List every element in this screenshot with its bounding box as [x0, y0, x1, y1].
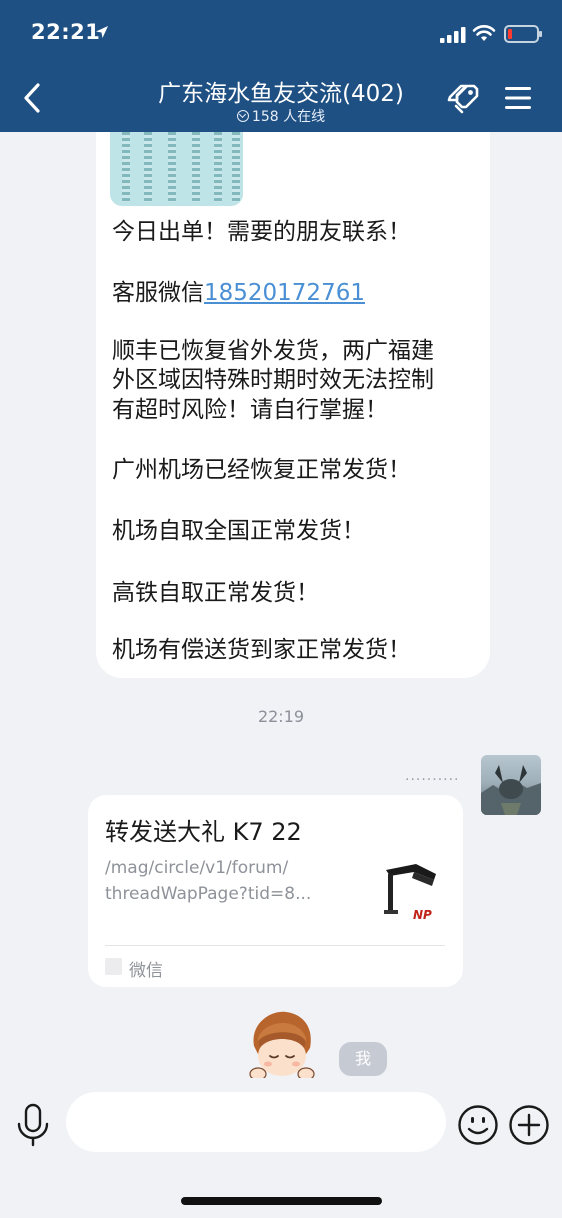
thumb-brand: NP [413, 908, 432, 922]
image-texture [214, 132, 222, 202]
message-text: 外区域因特殊时期时效无法控制 [112, 367, 434, 393]
image-texture [122, 132, 130, 202]
sender-name: .......... [405, 768, 460, 784]
card-source: 微信 [129, 961, 163, 981]
online-count: 158 人在线 [251, 109, 326, 125]
online-status[interactable]: 158 人在线 [100, 106, 462, 126]
boy-sticker-icon[interactable] [244, 1008, 320, 1078]
message-input[interactable] [66, 1092, 446, 1152]
cellular-signal-icon [440, 27, 466, 43]
microphone-icon[interactable] [14, 1102, 52, 1148]
message-text: 机场自取全国正常发货！ [112, 518, 365, 544]
image-texture [144, 132, 152, 202]
lamp-product-image [384, 864, 436, 914]
message-text: 今日出单！需要的朋友联系！ [112, 219, 411, 245]
image-texture [232, 132, 240, 202]
topic-tag-icon[interactable] [444, 80, 482, 118]
battery-icon [504, 25, 542, 43]
avatar[interactable] [481, 755, 541, 815]
card-url-line: /mag/circle/v1/forum/ [105, 858, 289, 878]
avatar-image [481, 765, 541, 815]
message-image-thumbnail[interactable] [110, 132, 243, 206]
image-texture [192, 132, 200, 202]
menu-icon[interactable] [503, 84, 533, 112]
home-indicator[interactable] [181, 1197, 382, 1205]
card-thumbnail: NP [376, 856, 446, 928]
status-time: 22:21 [31, 20, 101, 44]
card-url: /mag/circle/v1/forum/ threadWapPage?tid=… [105, 855, 350, 907]
wifi-icon [472, 25, 496, 41]
message-text: 机场有偿送货到家正常发货！ [112, 637, 411, 663]
plus-icon[interactable] [508, 1104, 550, 1146]
battery-level [508, 29, 512, 39]
image-texture [168, 132, 176, 202]
message-text: 广州机场已经恢复正常发货！ [112, 457, 411, 483]
card-url-line: threadWapPage?tid=8... [105, 884, 312, 904]
chevron-circle-icon [236, 110, 249, 122]
time-divider: 22:19 [257, 707, 305, 726]
location-arrow-icon [96, 26, 108, 38]
message-text: 有超时风险！请自行掌握！ [112, 397, 388, 423]
chat-header: 22:21 广东海水鱼友交流(402) 158 人在线 [0, 0, 562, 132]
phone-link[interactable]: 18520172761 [204, 280, 365, 306]
card-divider [105, 945, 445, 946]
card-title: 转发送大礼 K7 22 [105, 818, 302, 846]
message-text-label: 客服微信 [112, 280, 204, 306]
me-badge[interactable]: 我 [339, 1042, 387, 1076]
emoji-icon[interactable] [457, 1104, 499, 1146]
source-app-icon [105, 958, 122, 975]
back-arrow-icon[interactable] [18, 80, 48, 116]
message-text: 客服微信18520172761 [112, 273, 365, 307]
chat-title: 广东海水鱼友交流(402) [158, 81, 404, 107]
message-text: 高铁自取正常发货！ [112, 580, 319, 606]
